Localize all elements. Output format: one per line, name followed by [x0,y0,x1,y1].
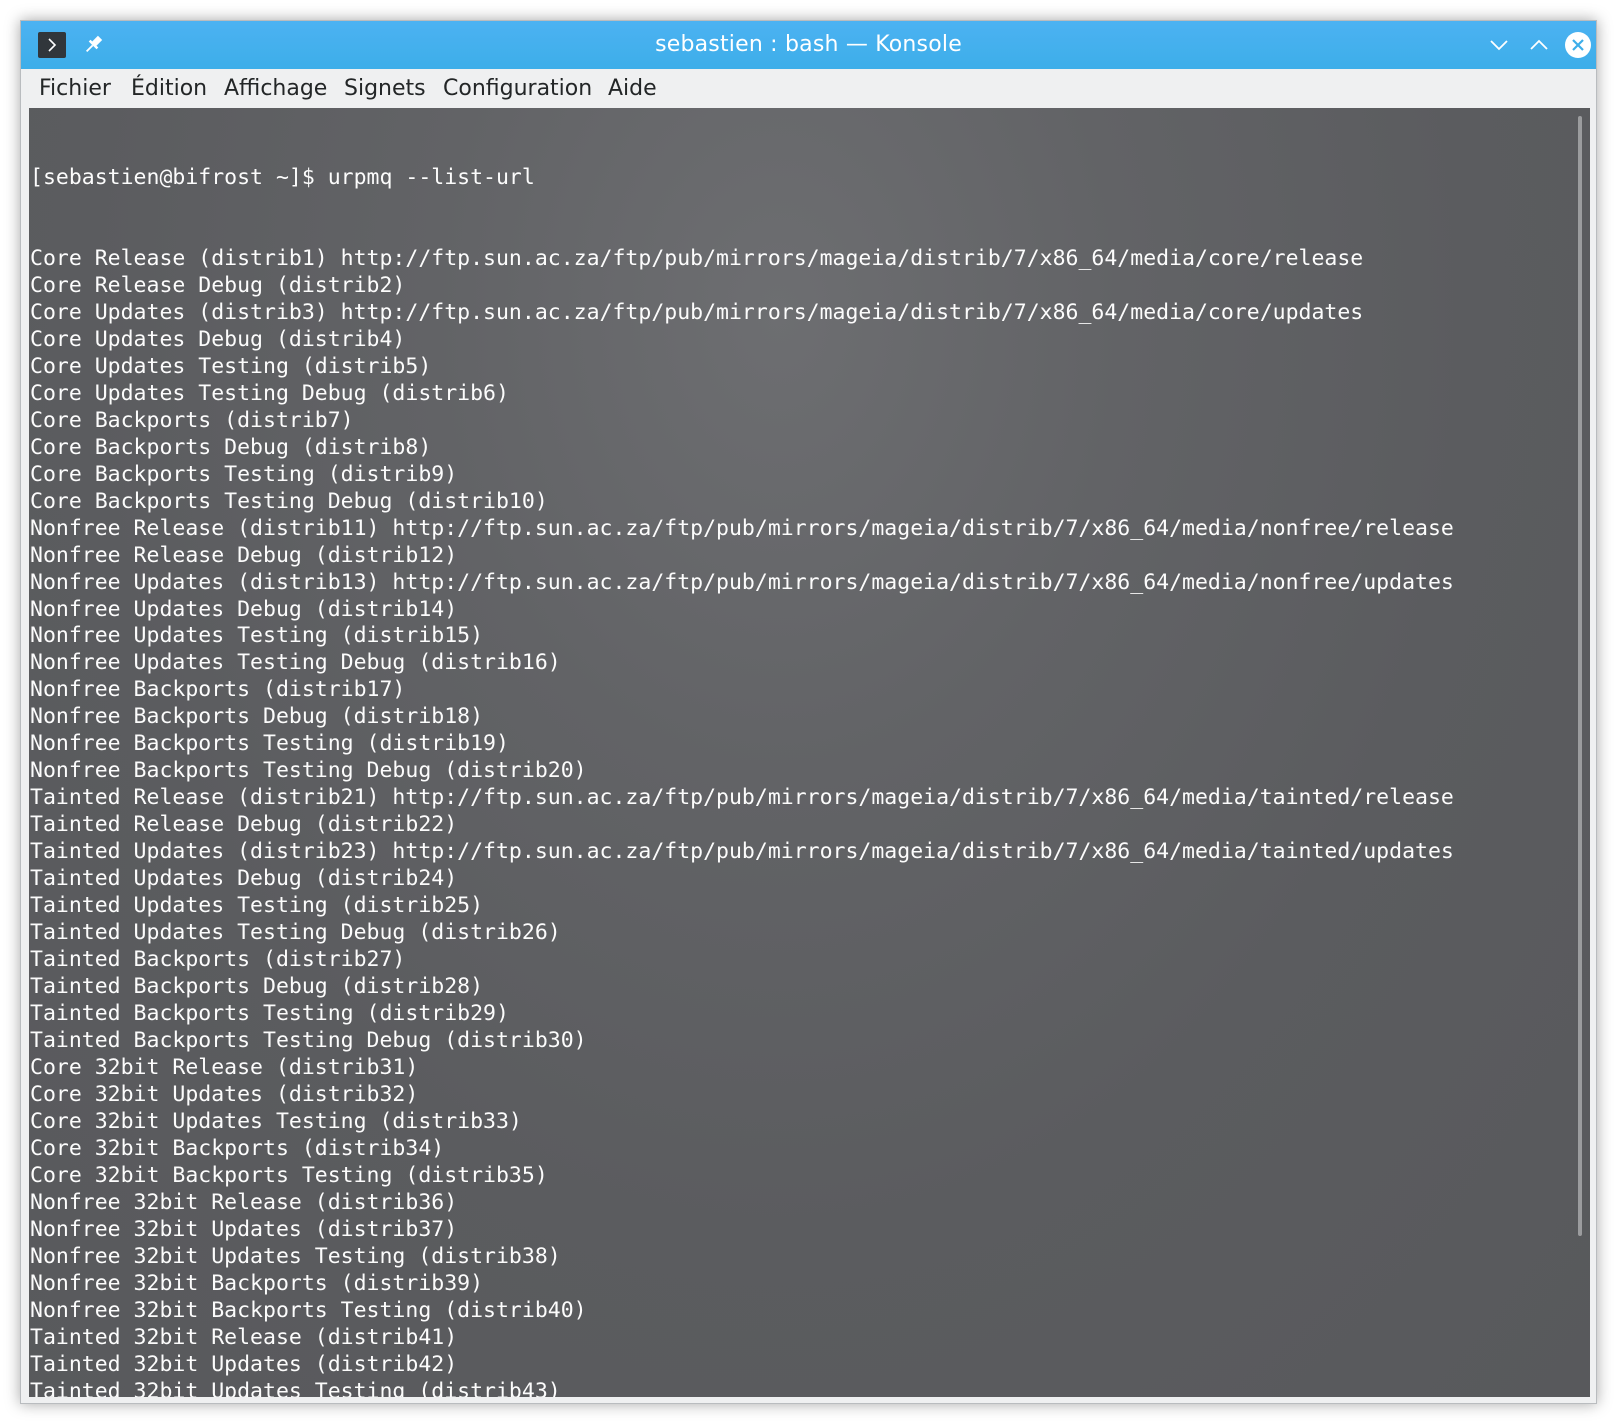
window-title: sebastien : bash — Konsole [655,32,962,57]
terminal-line: Nonfree 32bit Backports (distrib39) [30,1270,484,1296]
terminal-line: Core 32bit Backports Testing (distrib35) [30,1162,548,1188]
menu-bar: Fichier Édition Affichage Signets Config… [21,69,1596,108]
terminal-line: Tainted Backports Debug (distrib28) [30,974,484,1000]
terminal-line: Tainted Updates (distrib23) http://ftp.s… [30,839,1454,865]
terminal-line: Tainted Updates Debug (distrib24) [30,866,458,892]
terminal-line: Nonfree Updates Debug (distrib14) [30,596,458,622]
terminal-line: Nonfree 32bit Release (distrib36) [30,1189,458,1215]
terminal-line: Tainted Backports Testing Debug (distrib… [30,1028,587,1053]
terminal-line: Nonfree Release Debug (distrib12) [30,542,458,568]
menu-signets[interactable]: Signets [344,69,426,108]
terminal-line: Core Backports Testing Debug (distrib10) [30,488,548,514]
chevron-down-icon [1490,40,1508,51]
konsole-window: sebastien : bash — Konsole Fichier Éditi… [20,20,1597,1404]
terminal-line: Core Release Debug (distrib2) [30,272,406,298]
terminal-line: Nonfree Backports Debug (distrib18) [30,704,484,730]
terminal-line: Core Updates Testing Debug (distrib6) [30,380,509,406]
terminal-line: Core Backports Testing (distrib9) [30,461,458,487]
terminal-line: Core Updates Testing (distrib5) [30,353,432,379]
menu-fichier[interactable]: Fichier [39,69,111,108]
chevron-up-icon [1530,39,1548,50]
terminal-command-line: [sebastien@bifrost ~]$ urpmq --list-url [30,164,535,190]
terminal-line: Core Backports Debug (distrib8) [30,434,432,460]
terminal-line: Core Backports (distrib7) [30,407,354,433]
terminal-line: Nonfree Backports Testing Debug (distrib… [30,758,587,784]
terminal-line: Nonfree Backports (distrib17) [30,677,406,703]
minimize-button[interactable] [1485,31,1513,59]
terminal-line: Nonfree Updates Testing (distrib15) [30,623,484,649]
maximize-button[interactable] [1525,31,1553,59]
terminal-line: Core Updates (distrib3) http://ftp.sun.a… [30,299,1364,325]
close-icon [1565,32,1591,58]
terminal-line: Nonfree Updates (distrib13) http://ftp.s… [30,569,1454,595]
terminal-line: Tainted Backports (distrib27) [30,947,406,973]
scrollbar[interactable] [1578,116,1582,1236]
terminal-line: Tainted 32bit Release (distrib41) [30,1324,458,1350]
terminal-line: Tainted Backports Testing (distrib29) [30,1001,509,1027]
terminal-line: Nonfree 32bit Backports Testing (distrib… [30,1297,587,1323]
terminal-area[interactable]: [sebastien@bifrost ~]$ urpmq --list-url … [29,108,1590,1397]
terminal-line: Nonfree Release (distrib11) http://ftp.s… [30,515,1454,541]
menu-aide[interactable]: Aide [608,69,657,108]
terminal-line: Nonfree 32bit Updates (distrib37) [30,1216,458,1242]
terminal-line: Core Updates Debug (distrib4) [30,326,406,352]
terminal-line: Tainted Release Debug (distrib22) [30,812,458,838]
terminal-line: Nonfree Backports Testing (distrib19) [30,731,509,757]
menu-edition[interactable]: Édition [131,69,207,108]
terminal-line: Core 32bit Release (distrib31) [30,1054,419,1080]
menu-configuration[interactable]: Configuration [443,69,592,108]
terminal-output: [sebastien@bifrost ~]$ urpmq --list-url … [30,111,1454,1397]
terminal-line: Core 32bit Backports (distrib34) [30,1135,445,1161]
terminal-line: Nonfree 32bit Updates Testing (distrib38… [30,1243,561,1269]
terminal-line: Tainted Release (distrib21) http://ftp.s… [30,785,1454,811]
menu-affichage[interactable]: Affichage [224,69,327,108]
terminal-line: Tainted 32bit Updates Testing (distrib43… [30,1378,561,1397]
terminal-line: Core 32bit Updates Testing (distrib33) [30,1108,522,1134]
terminal-line: Tainted 32bit Updates (distrib42) [30,1351,458,1377]
title-bar[interactable]: sebastien : bash — Konsole [21,21,1596,69]
terminal-line: Core Release (distrib1) http://ftp.sun.a… [30,245,1364,271]
terminal-line: Tainted Updates Testing Debug (distrib26… [30,920,561,946]
terminal-line: Tainted Updates Testing (distrib25) [30,893,484,919]
terminal-line: Core 32bit Updates (distrib32) [30,1081,419,1107]
close-button[interactable] [1564,31,1592,59]
terminal-line: Nonfree Updates Testing Debug (distrib16… [30,650,561,676]
